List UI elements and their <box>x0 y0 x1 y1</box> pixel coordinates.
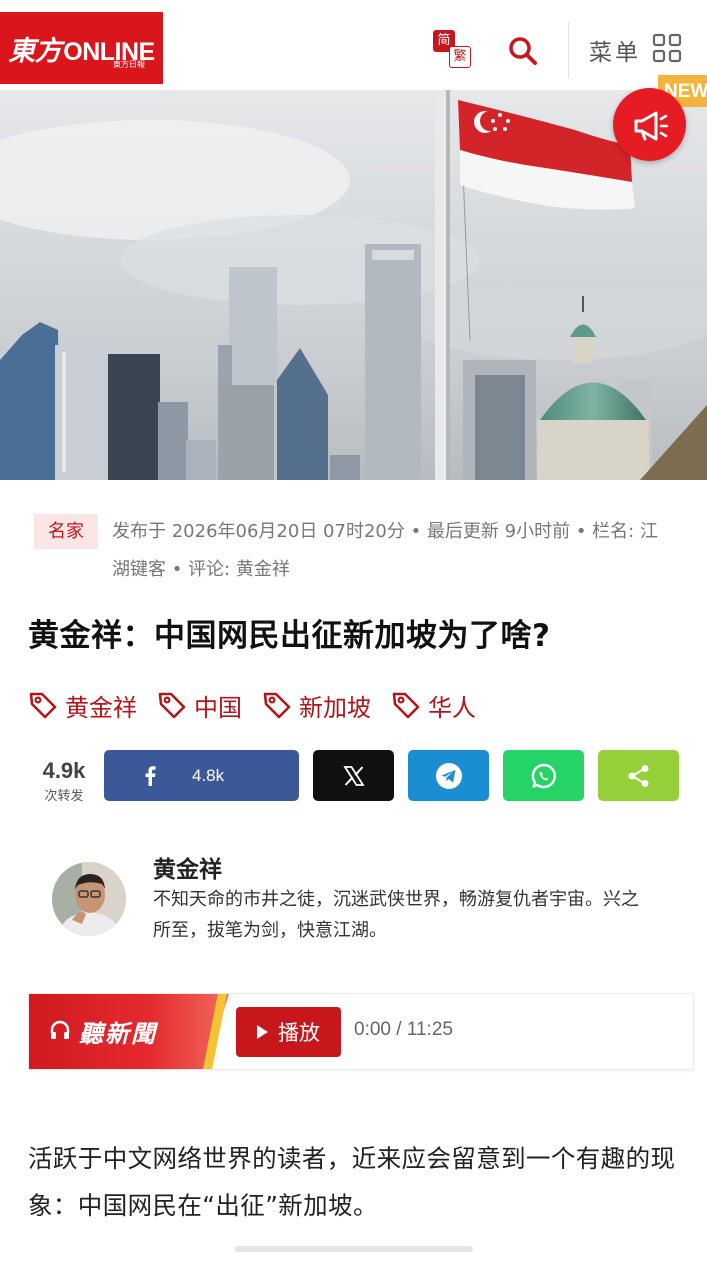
listen-news-title: 聽新聞 <box>79 1020 157 1048</box>
audio-player: 聽新聞 播放 0:00 / 11:25 <box>28 993 694 1070</box>
logo-cn: 東方 <box>8 35 62 67</box>
traditional-simplified-toggle-icon[interactable]: 简 繁 <box>433 30 473 70</box>
logo-subtitle: 東方日報 <box>113 60 145 69</box>
play-icon <box>257 1025 268 1039</box>
share-total-label: 次转发 <box>44 789 84 804</box>
tag-label: 华人 <box>428 693 476 722</box>
search-icon[interactable] <box>506 34 540 68</box>
site-logo[interactable]: 東方ONLINE 東方日報 <box>0 12 163 84</box>
tag-item[interactable]: 黄金祥 <box>28 688 137 723</box>
whatsapp-share-button[interactable] <box>503 750 584 801</box>
author-avatar[interactable] <box>52 862 126 936</box>
tag-icon <box>158 692 186 719</box>
tag-icon <box>263 692 291 719</box>
facebook-share-button[interactable]: 4.8k <box>104 750 299 801</box>
play-button[interactable]: 播放 <box>236 1007 341 1057</box>
tag-label: 中国 <box>194 693 242 722</box>
site-header: 東方ONLINE 東方日報 简 繁 菜单 <box>0 0 707 91</box>
article-meta: 发布于 2026年06月20日 07时20分 • 最后更新 9小时前 • 栏名:… <box>112 521 658 580</box>
x-icon <box>342 765 365 786</box>
tag-item[interactable]: 新加坡 <box>262 688 371 723</box>
author-name[interactable]: 黄金祥 <box>153 850 222 884</box>
headphones-icon <box>50 1020 70 1039</box>
facebook-count: 4.8k <box>192 765 225 785</box>
tag-icon <box>392 692 420 719</box>
whatsapp-icon <box>531 763 556 788</box>
tag-item[interactable]: 中国 <box>157 688 242 723</box>
listen-news-banner: 聽新聞 <box>29 994 229 1069</box>
facebook-icon <box>145 765 156 786</box>
home-indicator[interactable] <box>235 1246 473 1252</box>
telegram-icon <box>435 762 462 789</box>
share-total: 4.9k <box>42 758 86 783</box>
playback-time: 0:00 / 11:25 <box>354 1019 453 1040</box>
tag-label: 新加坡 <box>299 693 371 722</box>
tag-icon <box>29 692 57 719</box>
tag-item[interactable]: 华人 <box>391 688 476 723</box>
share-count: 4.9k 次转发 <box>34 758 94 804</box>
article-title: 黄金祥：中国网民出征新加坡为了啥? <box>28 618 551 654</box>
category-badge[interactable]: 名家 <box>34 514 98 549</box>
article-paragraph: 活跃于中文网络世界的读者，近来应会留意到一个有趣的现象：中国网民在“出征”新加坡… <box>28 1144 676 1220</box>
tag-list: 黄金祥 中国 新加坡 华人 <box>28 688 496 722</box>
author-bio: 不知天命的市井之徒，沉迷武侠世界，畅游复仇者宇宙。兴之所至，拔笔为剑，快意江湖。 <box>153 889 639 941</box>
megaphone-icon[interactable] <box>613 88 686 161</box>
header-divider <box>568 22 569 78</box>
menu-grid-icon[interactable] <box>652 33 682 63</box>
telegram-share-button[interactable] <box>408 750 489 801</box>
traditional-char: 繁 <box>449 46 471 68</box>
x-share-button[interactable] <box>313 750 394 801</box>
tag-label: 黄金祥 <box>65 693 137 722</box>
more-share-button[interactable] <box>598 750 679 801</box>
play-label: 播放 <box>278 1021 320 1045</box>
menu-label[interactable]: 菜单 <box>589 33 641 67</box>
share-icon <box>628 764 648 787</box>
hero-image <box>0 90 707 480</box>
